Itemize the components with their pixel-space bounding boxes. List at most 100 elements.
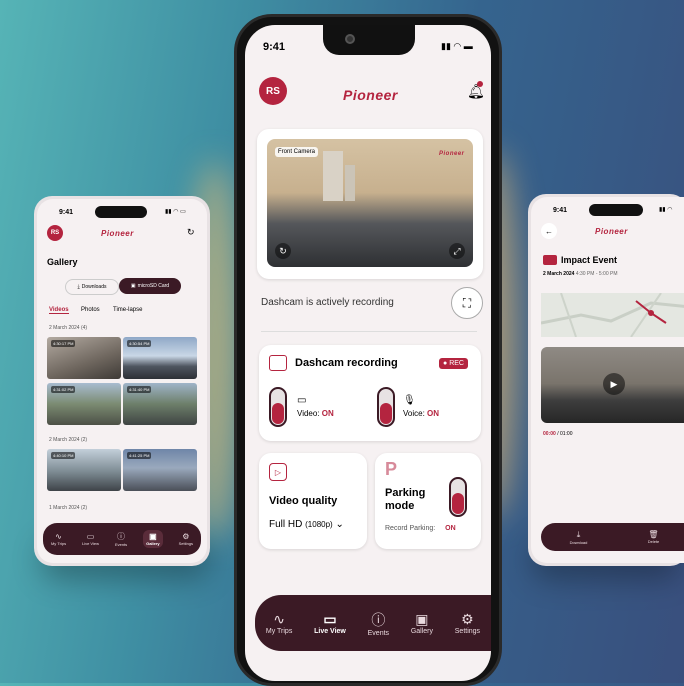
gallery-icon: ▣ (415, 611, 429, 627)
map-route (541, 293, 684, 337)
video-player[interactable]: ▶ (541, 347, 684, 423)
event-date: 2 March 2024 4:30 PM - 5:00 PM (543, 271, 618, 277)
play-button[interactable]: ▶ (603, 373, 625, 395)
notch (323, 25, 415, 55)
section-date: 2 March 2024 (2) (49, 437, 88, 443)
tab-timelapse[interactable]: Time-lapse (113, 307, 142, 313)
feed-watermark: Pioneer (439, 151, 465, 157)
nav-events[interactable]: ⓘ Events (115, 531, 127, 547)
video-toggle[interactable] (269, 387, 287, 427)
nav-settings[interactable]: ⚙ Settings (455, 611, 480, 635)
play-icon: ▶ (610, 378, 618, 389)
video-thumbnail[interactable]: 4:31:40 PM (123, 383, 197, 425)
center-phone: 9:41 ▮▮ ◠ ▬ RS Pioneer 🔔︎ Front Camera P… (234, 14, 502, 686)
camera-feed[interactable]: Front Camera Pioneer ↻ ⤢ (267, 139, 473, 267)
gear-icon: ⚙ (461, 611, 474, 627)
video-thumbnail[interactable]: 4:40:10 PM (47, 449, 121, 491)
video-thumbnail[interactable]: 4:31:02 PM (47, 383, 121, 425)
page-title: Gallery (47, 257, 78, 267)
download-button[interactable]: ⤓ Download (541, 530, 616, 545)
quality-title: Video quality (269, 495, 338, 507)
avatar[interactable]: RS (47, 225, 63, 241)
brand-logo: Pioneer (343, 87, 398, 103)
sd-card-icon: ▣ (130, 283, 136, 289)
nav-my-trips[interactable]: ∿ My Trips (51, 532, 66, 546)
video-icon: ▭ (297, 395, 307, 406)
front-camera-lens (345, 34, 355, 44)
nav-settings[interactable]: ⚙ Settings (179, 532, 193, 546)
microsd-button[interactable]: ▣ microSD Card (119, 278, 181, 294)
city-skyline (345, 165, 355, 201)
back-button[interactable]: ← (541, 223, 557, 239)
nav-events[interactable]: ⓘ Events (368, 610, 389, 637)
status-icons: ▮▮ ◠ (659, 207, 673, 213)
gallery-icon: ▣ (149, 532, 157, 541)
quality-icon: ▷ (269, 463, 287, 481)
voice-toggle[interactable] (377, 387, 395, 427)
nav-live-view[interactable]: ▭ Live View (82, 532, 99, 546)
event-title: Impact Event (561, 255, 618, 265)
alert-icon: ⓘ (371, 611, 386, 628)
record-parking: Record Parking: ON (385, 525, 456, 532)
tab-videos[interactable]: Videos (49, 307, 69, 314)
quality-select[interactable]: Full HD (1080p) ⌄ (269, 519, 344, 530)
nav-gallery[interactable]: ▣ Gallery (143, 530, 163, 548)
video-thumbnail[interactable]: 4:41:25 PM (123, 449, 197, 491)
video-quality-card[interactable]: ▷ Video quality Full HD (1080p) ⌄ (259, 453, 367, 549)
video-icon: ▭ (86, 532, 95, 541)
flip-camera-button[interactable]: ↻ (275, 243, 291, 259)
avatar[interactable]: RS (259, 77, 287, 105)
section-date: 1 March 2024 (2) (49, 505, 88, 511)
voice-setting: Voice: ON (403, 409, 440, 418)
downloads-button[interactable]: ⤓ Downloads (65, 279, 119, 295)
arrow-left-icon: ← (545, 226, 553, 236)
delete-button[interactable]: 🗑 Delete (616, 530, 684, 544)
brand-logo: Pioneer (101, 229, 134, 238)
trash-icon: 🗑 (648, 530, 659, 539)
video-thumbnail[interactable]: 4:30:17 PM (47, 337, 121, 379)
chevron-down-icon: ⌄ (335, 519, 344, 530)
status-time: 9:41 (553, 207, 568, 214)
bottom-nav: ∿ My Trips ▭ Live View ⓘ Events ▣ Gallery ⚙ S… (255, 595, 491, 651)
status-icons: ▮▮ ◠ ▭ (165, 209, 186, 215)
snapshot-button[interactable]: ⛶ (451, 287, 483, 319)
tab-photos[interactable]: Photos (81, 307, 100, 313)
nav-my-trips[interactable]: ∿ My Trips (266, 611, 292, 635)
scan-icon: ⛶ (462, 295, 472, 310)
flip-camera-icon: ↻ (279, 245, 287, 256)
notification-dot (477, 81, 483, 87)
status-time: 9:41 (59, 209, 74, 216)
dynamic-island (589, 204, 643, 216)
status-time: 9:41 (263, 41, 286, 53)
gear-icon: ⚙ (182, 532, 190, 541)
page: { "brand":"Pioneer", "colors":{"accent":… (0, 0, 684, 686)
parking-mode-card: P Parking mode Record Parking: ON (375, 453, 481, 549)
playback-time: 00:00 / 01:00 (543, 431, 573, 437)
download-icon: ⤓ (77, 284, 80, 290)
event-screen: 9:41 ▮▮ ◠ ← Pioneer Impact Event 2 March… (531, 197, 684, 563)
rec-badge: ● REC (439, 358, 468, 369)
bottom-nav: ∿ My Trips ▭ Live View ⓘ Events ▣ Gallery ⚙ S… (43, 523, 201, 555)
event-actions: ⤓ Download 🗑 Delete (541, 523, 684, 551)
live-view-screen: 9:41 ▮▮ ◠ ▬ RS Pioneer 🔔︎ Front Camera P… (245, 25, 491, 681)
camera-card: Front Camera Pioneer ↻ ⤢ (257, 129, 483, 279)
route-icon: ∿ (55, 532, 62, 541)
route-icon: ∿ (273, 611, 285, 627)
parking-icon: P (385, 459, 398, 479)
nav-live-view[interactable]: ▭ Live View (314, 611, 346, 635)
nav-gallery[interactable]: ▣ Gallery (411, 611, 433, 635)
fullscreen-button[interactable]: ⤢ (449, 243, 465, 259)
video-setting: Video: ON (297, 409, 334, 418)
alert-icon: ⓘ (117, 532, 126, 541)
recording-title: Dashcam recording (295, 357, 398, 369)
dynamic-island (95, 206, 147, 218)
camera-label: Front Camera (275, 147, 319, 157)
brand-logo: Pioneer (595, 227, 628, 236)
fullscreen-icon: ⤢ (453, 245, 461, 256)
event-map[interactable] (541, 293, 684, 337)
right-phone: 9:41 ▮▮ ◠ ← Pioneer Impact Event 2 March… (528, 194, 684, 566)
video-thumbnail[interactable]: 4:30:54 PM (123, 337, 197, 379)
gallery-screen: 9:41 ▮▮ ◠ ▭ RS Pioneer ↻ Gallery ⤓ Downlo… (37, 199, 207, 563)
refresh-icon[interactable]: ↻ (187, 227, 195, 238)
parking-toggle[interactable] (449, 477, 467, 517)
